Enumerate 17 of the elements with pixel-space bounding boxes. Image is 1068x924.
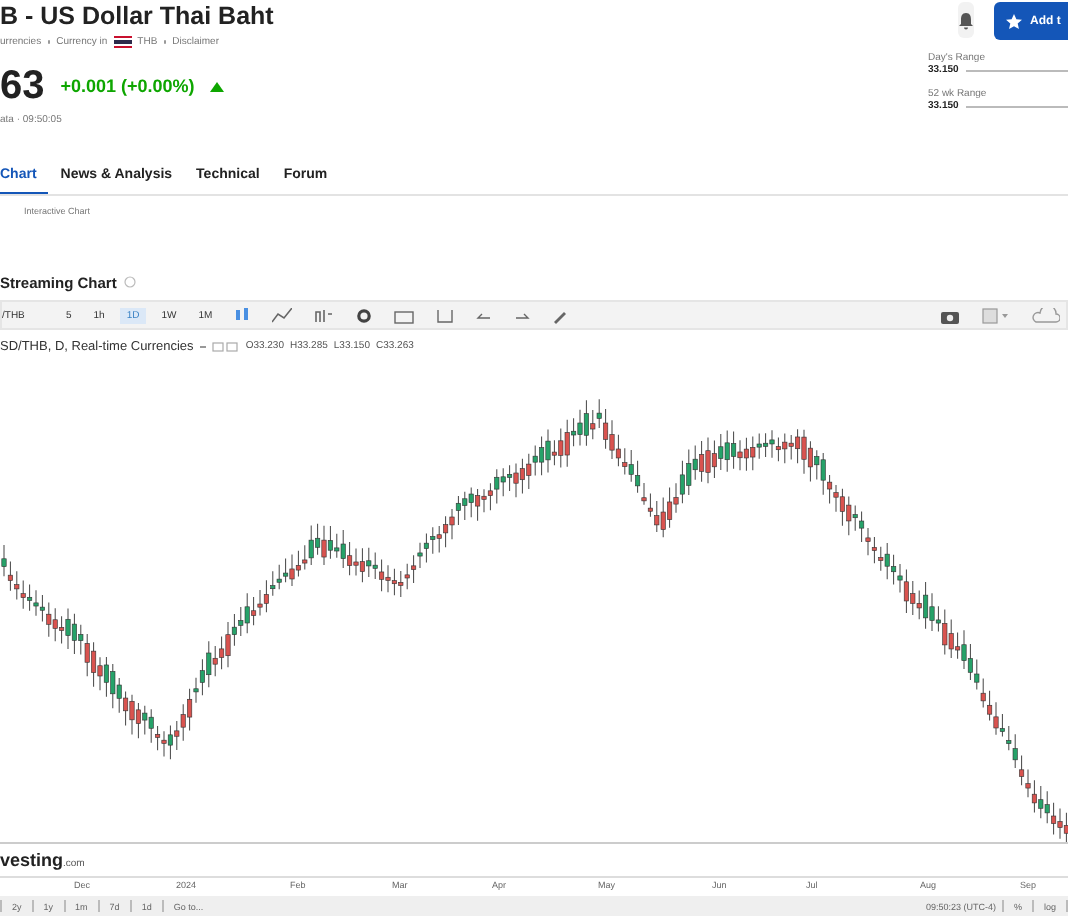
price-change: +0.001 (+0.00%) (60, 76, 195, 96)
cloud-icon[interactable] (1032, 307, 1060, 323)
candles-icon[interactable] (234, 306, 251, 324)
template-icon[interactable] (394, 307, 415, 323)
instrument-title: B - US Dollar Thai Baht (0, 0, 274, 32)
info-icon (124, 276, 137, 288)
visibility-icon[interactable] (211, 341, 240, 351)
indicator-icon[interactable] (314, 307, 335, 323)
line-chart-icon[interactable] (272, 307, 293, 323)
price-value: 63 (0, 64, 45, 108)
layout-icon[interactable] (982, 307, 1010, 323)
bell-icon (958, 11, 974, 29)
star-icon (1006, 13, 1022, 29)
compare-icon[interactable] (436, 307, 455, 323)
flag-icon (113, 36, 132, 48)
alert-button[interactable] (958, 2, 974, 38)
camera-icon[interactable] (940, 307, 960, 323)
